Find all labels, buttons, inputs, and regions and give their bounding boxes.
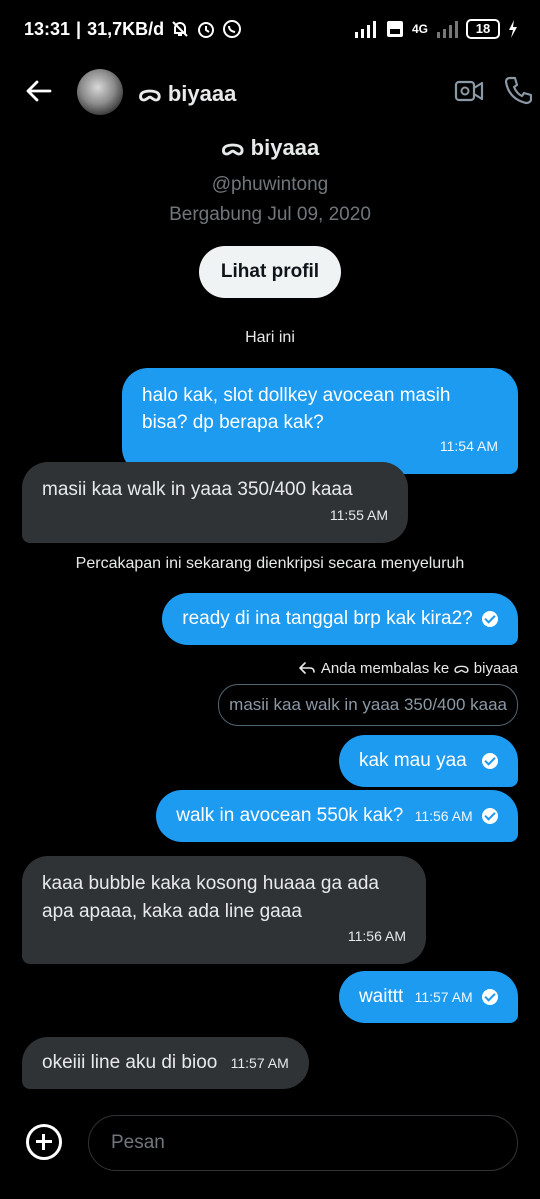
message-composer (0, 1115, 540, 1171)
message-time: 11:55 AM (329, 507, 388, 523)
video-call-icon[interactable] (454, 78, 484, 104)
read-check-icon (482, 988, 498, 1005)
quoted-message[interactable]: masii kaa walk in yaaa 350/400 kaaa (218, 684, 518, 726)
profile-card: ᯅ biyaaa @phuwintong Bergabung Jul 09, 2… (0, 130, 540, 298)
message-time: 11:57 AM (414, 989, 473, 1005)
message-time: 11:56 AM (414, 808, 473, 824)
day-separator: Hari ini (245, 329, 295, 346)
message-text: ready di ina tanggal brp kak kira2? (182, 608, 473, 629)
whatsapp-icon (222, 19, 242, 39)
message-text: halo kak, slot dollkey avocean masih bis… (142, 385, 451, 433)
message-bubble-incoming[interactable]: okeiii line aku di bioo 11:57 AM (22, 1037, 309, 1089)
reply-arrow-icon (298, 662, 315, 674)
message-text: okeiii line aku di bioo (42, 1052, 218, 1073)
signal-icon-2 (436, 20, 458, 38)
status-separator: | (76, 18, 82, 39)
message-bubble-outgoing[interactable]: halo kak, slot dollkey avocean masih bis… (122, 368, 518, 474)
read-check-icon (482, 610, 498, 627)
message-bubble-outgoing[interactable]: waittt 11:57 AM (338, 971, 518, 1023)
profile-handle: @phuwintong (211, 174, 329, 195)
alarm-icon (196, 19, 216, 39)
message-bubble-incoming[interactable]: kaaa bubble kaka kosong huaaa ga ada apa… (22, 856, 426, 964)
charging-icon (508, 20, 518, 38)
profile-name: ᯅ biyaaa (220, 135, 320, 160)
view-profile-button[interactable]: Lihat profil (198, 246, 342, 298)
message-bubble-outgoing[interactable]: kak mau yaa (338, 735, 518, 787)
message-input[interactable] (88, 1115, 518, 1171)
avatar[interactable] (77, 69, 123, 115)
message-time: 11:54 AM (439, 438, 498, 454)
network-type: 4G (411, 22, 428, 36)
read-check-icon (482, 807, 498, 824)
message-text: kaaa bubble kaka kosong huaaa ga ada apa… (42, 873, 379, 922)
reply-note-text: Anda membalas ke ᯅ biyaaa (320, 660, 518, 677)
encryption-notice: Percakapan ini sekarang dienkripsi secar… (75, 555, 465, 572)
message-text: waittt (358, 986, 404, 1007)
message-bubble-incoming[interactable]: masii kaa walk in yaaa 350/400 kaaa 11:5… (22, 462, 408, 543)
chat-header: ᯅ biyaaa (0, 62, 540, 122)
back-arrow-icon[interactable] (24, 76, 54, 106)
phone-call-icon[interactable] (504, 75, 532, 105)
status-bar: 13:31 | 31,7KB/d 4G 18 (0, 0, 540, 58)
add-attachment-plus-icon[interactable] (26, 1124, 62, 1160)
message-bubble-outgoing[interactable]: walk in avocean 550k kak? 11:56 AM (156, 790, 518, 842)
message-bubble-outgoing[interactable]: ready di ina tanggal brp kak kira2? (162, 593, 518, 645)
status-speed: 31,7KB/d (87, 18, 165, 39)
battery-icon: 18 (466, 19, 500, 39)
message-text: walk in avocean 550k kak? (176, 805, 404, 826)
message-text: masii kaa walk in yaaa 350/400 kaaa (42, 479, 353, 500)
volte-icon (386, 20, 404, 38)
profile-joined-date: Bergabung Jul 09, 2020 (169, 204, 371, 225)
header-contact-name[interactable]: ᯅ biyaaa (138, 78, 236, 108)
message-time: 11:57 AM (230, 1055, 289, 1071)
mute-bell-icon (170, 19, 190, 39)
status-time: 13:31 (24, 18, 71, 39)
message-text: kak mau yaa (358, 750, 467, 771)
signal-icon (354, 20, 378, 38)
reply-note: Anda membalas ke ᯅ biyaaa (298, 658, 518, 678)
message-time: 11:56 AM (347, 928, 406, 944)
read-check-icon (482, 752, 498, 769)
